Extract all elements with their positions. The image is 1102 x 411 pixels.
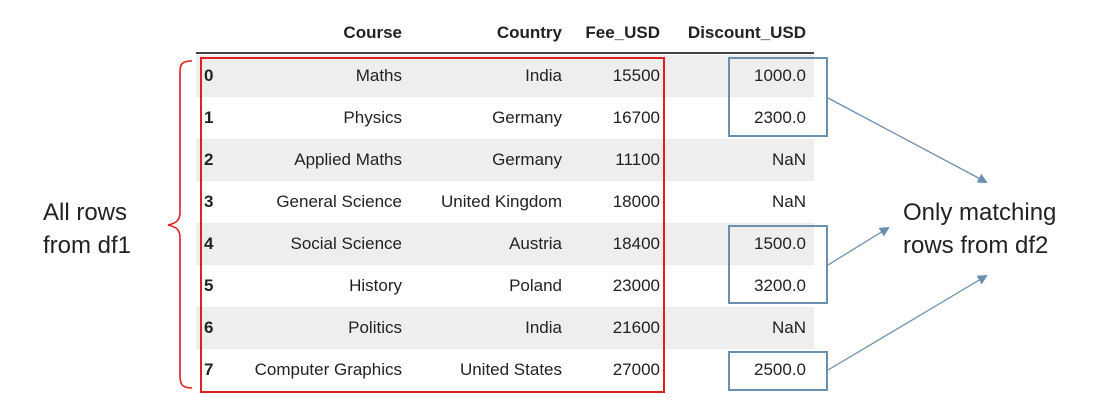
arrow-top bbox=[827, 97, 988, 183]
arrow-middle bbox=[827, 226, 890, 266]
df1-label-line1: All rows bbox=[43, 199, 128, 226]
df2-label-line2: rows from df2 bbox=[903, 232, 1049, 259]
df2-label-line1: Only matching bbox=[903, 199, 1057, 226]
df1-label: All rows from df1 bbox=[43, 196, 131, 262]
join-diagram: Course Country Fee_USD Discount_USD 0 Ma… bbox=[0, 0, 1102, 411]
df2-label: Only matching rows from df2 bbox=[903, 196, 1056, 262]
left-brace bbox=[167, 60, 193, 389]
arrow-bottom bbox=[827, 274, 988, 371]
df1-label-line2: from df1 bbox=[43, 232, 132, 259]
